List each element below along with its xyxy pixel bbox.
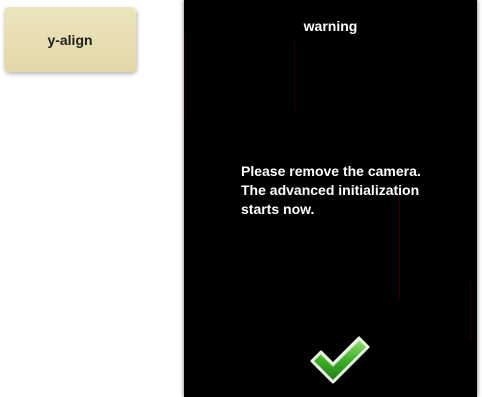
dialog-title: warning <box>303 18 358 34</box>
y-align-button[interactable]: y-align <box>4 7 136 72</box>
y-align-label: y-align <box>47 31 93 48</box>
background-streak <box>185 30 186 120</box>
confirm-button[interactable] <box>308 331 372 389</box>
screen: y-align warning Please remove the camera… <box>0 0 482 397</box>
background-streak <box>470 280 471 340</box>
checkmark-icon <box>310 336 370 384</box>
dialog-message: Please remove the camera. The advanced i… <box>241 163 421 217</box>
warning-dialog: warning Please remove the camera. The ad… <box>184 0 477 397</box>
background-streak <box>294 40 295 110</box>
